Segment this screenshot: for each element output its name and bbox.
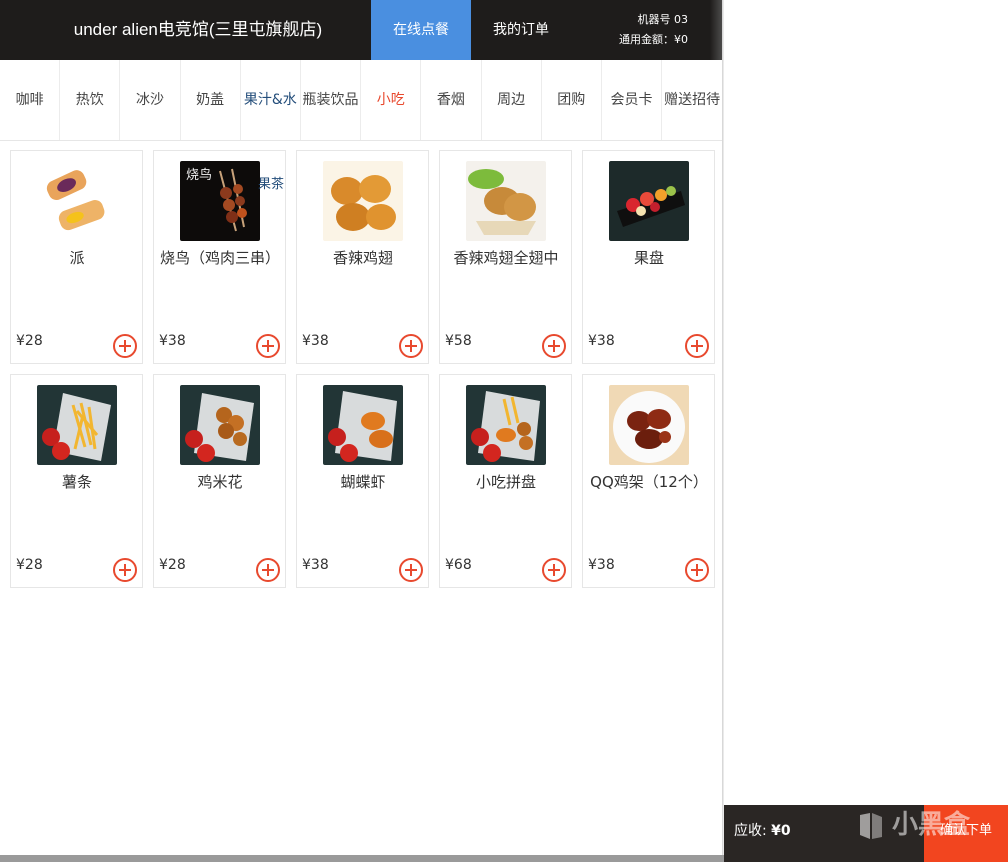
- product-price: ¥28: [159, 557, 186, 573]
- category-hot-drinks[interactable]: 热饮: [60, 60, 121, 140]
- product-price: ¥38: [159, 333, 186, 349]
- product-name: 薯条: [61, 473, 92, 491]
- product-image-butterfly-shrimp: [323, 385, 403, 465]
- product-image-yakitori: 烧鸟: [180, 161, 260, 241]
- product-image-pie: [37, 161, 117, 241]
- payment-bar: 应收: ¥0 确认下单 小黑盒: [724, 805, 1008, 862]
- add-to-cart-icon[interactable]: [685, 334, 709, 358]
- category-bar: 咖啡 热饮 冰沙 奶盖 果汁&水 瓶装饮品 小吃 香烟 周边 团购 会员卡 赠送…: [0, 60, 724, 141]
- machine-info: 机器号 03 通用金额：¥0: [588, 10, 688, 50]
- add-to-cart-icon[interactable]: [113, 558, 137, 582]
- amount-due-value: ¥0: [771, 823, 791, 839]
- add-to-cart-icon[interactable]: [685, 558, 709, 582]
- add-to-cart-icon[interactable]: [399, 334, 423, 358]
- product-card[interactable]: 蝴蝶虾 ¥38: [296, 374, 429, 588]
- product-price: ¥58: [445, 333, 472, 349]
- add-to-cart-icon[interactable]: [399, 558, 423, 582]
- category-merchandise[interactable]: 周边: [482, 60, 542, 140]
- add-to-cart-icon[interactable]: [542, 558, 566, 582]
- product-name: 鸡米花: [197, 473, 243, 491]
- product-card[interactable]: 烧鸟 果茶 烧鸟（鸡肉三串） ¥38: [153, 150, 286, 364]
- add-to-cart-icon[interactable]: [113, 334, 137, 358]
- product-price: ¥38: [302, 333, 329, 349]
- product-name: 蝴蝶虾: [340, 473, 386, 491]
- product-image-spicy-wings: [323, 161, 403, 241]
- product-card[interactable]: 香辣鸡翅 ¥38: [296, 150, 429, 364]
- product-image-popcorn-chicken: [180, 385, 260, 465]
- product-price: ¥28: [16, 557, 43, 573]
- product-name: 香辣鸡翅全翅中: [453, 249, 559, 267]
- category-juice-water[interactable]: 果汁&水: [241, 60, 301, 140]
- category-member-card[interactable]: 会员卡: [602, 60, 663, 140]
- watermark-text: 小黑盒: [892, 810, 971, 840]
- product-price: ¥38: [588, 557, 615, 573]
- overflow-category-label: 果茶: [258, 177, 285, 192]
- category-snacks[interactable]: 小吃: [361, 60, 422, 140]
- machine-number: 机器号 03: [637, 13, 689, 26]
- product-price: ¥38: [588, 333, 615, 349]
- product-card[interactable]: 果盘 ¥38: [582, 150, 715, 364]
- tab-my-orders[interactable]: 我的订单: [471, 0, 571, 60]
- product-name: 果盘: [633, 249, 664, 267]
- category-smoothie[interactable]: 冰沙: [120, 60, 181, 140]
- amount-due-label: 应收:: [734, 823, 767, 839]
- top-header: under alien电竞馆(三里屯旗舰店) 在线点餐 我的订单 机器号 03 …: [0, 0, 724, 60]
- product-card[interactable]: 派 ¥28: [10, 150, 143, 364]
- product-name: 派: [69, 249, 85, 267]
- category-complimentary[interactable]: 赠送招待: [662, 60, 722, 140]
- product-image-fruit-platter: [609, 161, 689, 241]
- balance-amount: 通用金额：¥0: [619, 33, 688, 46]
- product-name: 烧鸟（鸡肉三串）: [160, 249, 280, 267]
- product-name: QQ鸡架（12个）: [590, 473, 708, 491]
- product-card[interactable]: 鸡米花 ¥28: [153, 374, 286, 588]
- product-image-qq-chicken: [609, 385, 689, 465]
- product-card[interactable]: 香辣鸡翅全翅中 ¥58: [439, 150, 572, 364]
- product-card[interactable]: 小吃拼盘 ¥68: [439, 374, 572, 588]
- amount-due: 应收: ¥0: [734, 805, 791, 862]
- category-bottled-drinks[interactable]: 瓶装饮品: [301, 60, 362, 140]
- product-price: ¥38: [302, 557, 329, 573]
- add-to-cart-icon[interactable]: [256, 558, 280, 582]
- horizontal-scrollbar[interactable]: [0, 855, 724, 862]
- product-image-fries: [37, 385, 117, 465]
- category-milk-cap[interactable]: 奶盖: [181, 60, 241, 140]
- panel-divider: [722, 0, 724, 862]
- product-price: ¥68: [445, 557, 472, 573]
- product-name: 小吃拼盘: [475, 473, 536, 491]
- add-to-cart-icon[interactable]: [542, 334, 566, 358]
- category-cigarettes[interactable]: 香烟: [421, 60, 482, 140]
- product-price: ¥28: [16, 333, 43, 349]
- tab-online-order[interactable]: 在线点餐: [371, 0, 471, 60]
- watermark: 小黑盒: [856, 805, 970, 845]
- watermark-logo-icon: [860, 812, 882, 839]
- product-name: 香辣鸡翅: [332, 249, 393, 267]
- category-group-buy[interactable]: 团购: [542, 60, 602, 140]
- svg-text:烧鸟: 烧鸟: [186, 167, 212, 183]
- product-image-snack-platter: [466, 385, 546, 465]
- product-card[interactable]: QQ鸡架（12个） ¥38: [582, 374, 715, 588]
- store-title: under alien电竞馆(三里屯旗舰店): [73, 20, 323, 39]
- category-coffee[interactable]: 咖啡: [0, 60, 61, 140]
- product-card[interactable]: 薯条 ¥28: [10, 374, 143, 588]
- add-to-cart-icon[interactable]: [256, 334, 280, 358]
- product-image-whole-wings: [466, 161, 546, 241]
